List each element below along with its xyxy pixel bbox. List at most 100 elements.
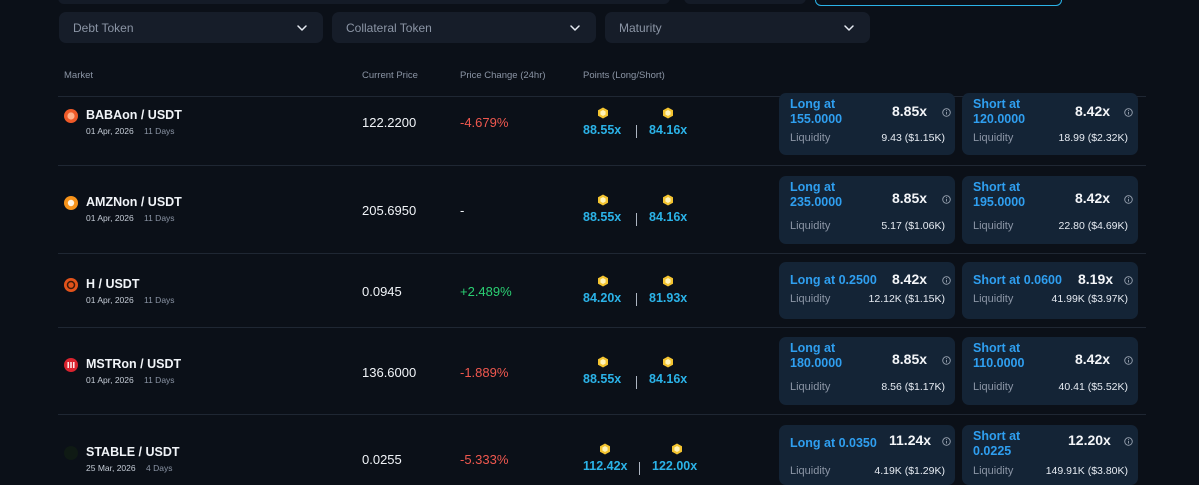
table-header: Market Current Price Price Change (24hr)… <box>0 70 1199 84</box>
maturity-date: 01 Apr, 2026 <box>86 375 134 385</box>
market-name[interactable]: H / USDT <box>86 277 139 291</box>
short-leverage: 8.42x <box>1075 190 1111 206</box>
maturity-date: 01 Apr, 2026 <box>86 126 134 136</box>
price-change: - <box>460 203 465 218</box>
liquidity-value: 8.56 ($1.17K) <box>881 381 945 393</box>
collateral-token-filter[interactable]: Collateral Token <box>332 12 596 43</box>
row-divider <box>58 253 1146 254</box>
amzn-coin-icon <box>64 196 78 210</box>
short-target-line1: Short at <box>973 341 1021 355</box>
market-name[interactable]: STABLE / USDT <box>86 445 180 459</box>
liquidity-label: Liquidity <box>973 381 1014 393</box>
header-price-change[interactable]: Price Change (24hr) <box>460 70 546 81</box>
info-icon[interactable] <box>942 437 951 446</box>
long-target-line2: 235.0000 <box>790 195 843 209</box>
header-points[interactable]: Points (Long/Short) <box>583 70 665 81</box>
short-target-line1: Short at <box>973 97 1021 111</box>
liquidity-value: 40.41 ($5.52K) <box>1058 381 1128 393</box>
chevron-down-icon <box>295 21 309 35</box>
liquidity-value: 9.43 ($1.15K) <box>881 132 945 144</box>
info-icon[interactable] <box>1124 437 1133 446</box>
chevron-down-icon <box>568 21 582 35</box>
liquidity-value: 5.17 ($1.06K) <box>881 220 945 232</box>
collateral-token-filter-label: Collateral Token <box>346 20 432 35</box>
info-icon[interactable] <box>1124 356 1133 365</box>
mstr-coin-icon <box>64 358 78 372</box>
long-position-card[interactable]: Long at 235.0000 8.85x Liquidity 5.17 ($1.06… <box>779 176 955 244</box>
days-to-maturity: 11 Days <box>144 213 175 223</box>
liquidity-label: Liquidity <box>973 132 1014 144</box>
long-leverage: 8.85x <box>892 190 928 206</box>
long-target-line1: Long at <box>790 341 836 355</box>
price-change: -4.679% <box>460 115 509 130</box>
short-position-card[interactable]: Short at 0.0225 12.20x Liquidity 149.91K ($3… <box>962 425 1138 485</box>
points-hexagon-icon <box>597 107 609 119</box>
current-price: 136.6000 <box>362 365 417 380</box>
short-position-card[interactable]: Short at 0.0600 8.19x Liquidity 41.99K ($3.… <box>962 262 1138 319</box>
market-name[interactable]: BABAon / USDT <box>86 108 182 122</box>
long-target-line1: Long at 0.2500 <box>790 273 877 287</box>
long-target-label: Long at 235.0000 <box>790 180 842 210</box>
row-divider <box>58 165 1146 166</box>
header-current-price[interactable]: Current Price <box>362 70 418 81</box>
header-market[interactable]: Market <box>64 70 93 81</box>
info-icon[interactable] <box>942 108 951 117</box>
points-separator <box>636 376 637 389</box>
baba-coin-icon <box>64 109 78 123</box>
short-position-card[interactable]: Short at 195.0000 8.42x Liquidity 22.80 ($4.… <box>962 176 1138 244</box>
long-target-line1: Long at 0.0350 <box>790 436 877 450</box>
short-target-line2: 195.0000 <box>973 195 1026 209</box>
points-hexagon-icon <box>662 107 674 119</box>
market-name[interactable]: MSTRon / USDT <box>86 357 181 371</box>
points-long: 88.55x <box>583 123 622 137</box>
short-target-label: Short at 0.0225 <box>973 429 1020 459</box>
short-position-card[interactable]: Short at 110.0000 8.42x Liquidity 40.41 ($5.… <box>962 337 1138 405</box>
liquidity-label: Liquidity <box>973 220 1014 232</box>
maturity-date: 25 Mar, 2026 <box>86 463 136 473</box>
short-target-label: Short at 195.0000 <box>973 180 1025 210</box>
points-hexagon-icon <box>662 275 674 287</box>
chevron-down-icon <box>842 21 856 35</box>
sort-select-cutoff[interactable] <box>684 0 806 4</box>
short-target-label: Short at 0.0600 <box>973 273 1062 288</box>
price-change: -5.333% <box>460 452 509 467</box>
points-separator <box>636 213 637 226</box>
info-icon[interactable] <box>1124 195 1133 204</box>
info-icon[interactable] <box>1124 276 1133 285</box>
long-position-card[interactable]: Long at 180.0000 8.85x Liquidity 8.56 ($1.17… <box>779 337 955 405</box>
current-price: 205.6950 <box>362 203 417 218</box>
short-target-line1: Short at <box>973 180 1021 194</box>
short-target-line1: Short at 0.0600 <box>973 273 1062 287</box>
maturity-filter[interactable]: Maturity <box>605 12 870 43</box>
maturity-date: 01 Apr, 2026 <box>86 213 134 223</box>
points-short: 84.16x <box>649 372 688 386</box>
price-change: -1.889% <box>460 365 509 380</box>
stable-coin-icon <box>64 446 78 460</box>
market-name[interactable]: AMZNon / USDT <box>86 195 182 209</box>
info-icon[interactable] <box>942 356 951 365</box>
info-icon[interactable] <box>942 276 951 285</box>
long-position-card[interactable]: Long at 0.0350 11.24x Liquidity 4.19K ($1.2… <box>779 425 955 485</box>
search-input-cutoff[interactable] <box>58 0 670 4</box>
long-position-card[interactable]: Long at 0.2500 8.42x Liquidity 12.12K ($1.1… <box>779 262 955 319</box>
long-target-label: Long at 155.0000 <box>790 97 842 127</box>
long-target-line1: Long at <box>790 97 836 111</box>
short-position-card[interactable]: Short at 120.0000 8.42x Liquidity 18.99 ($2.… <box>962 93 1138 155</box>
info-icon[interactable] <box>1124 108 1133 117</box>
long-leverage: 8.85x <box>892 103 928 119</box>
info-icon[interactable] <box>942 195 951 204</box>
long-position-card[interactable]: Long at 155.0000 8.85x Liquidity 9.43 ($1.15… <box>779 93 955 155</box>
short-target-line2: 120.0000 <box>973 112 1026 126</box>
connect-button-cutoff[interactable] <box>815 0 1062 6</box>
points-hexagon-icon <box>597 356 609 368</box>
liquidity-value: 12.12K ($1.15K) <box>868 293 945 305</box>
row-divider <box>58 327 1146 328</box>
long-target-label: Long at 180.0000 <box>790 341 842 371</box>
liquidity-value: 4.19K ($1.29K) <box>874 465 945 477</box>
points-hexagon-icon <box>599 443 611 455</box>
liquidity-label: Liquidity <box>973 293 1014 305</box>
short-leverage: 8.42x <box>1075 103 1111 119</box>
top-toolbar-strip <box>0 0 1199 6</box>
debt-token-filter[interactable]: Debt Token <box>59 12 323 43</box>
current-price: 122.2200 <box>362 115 417 130</box>
